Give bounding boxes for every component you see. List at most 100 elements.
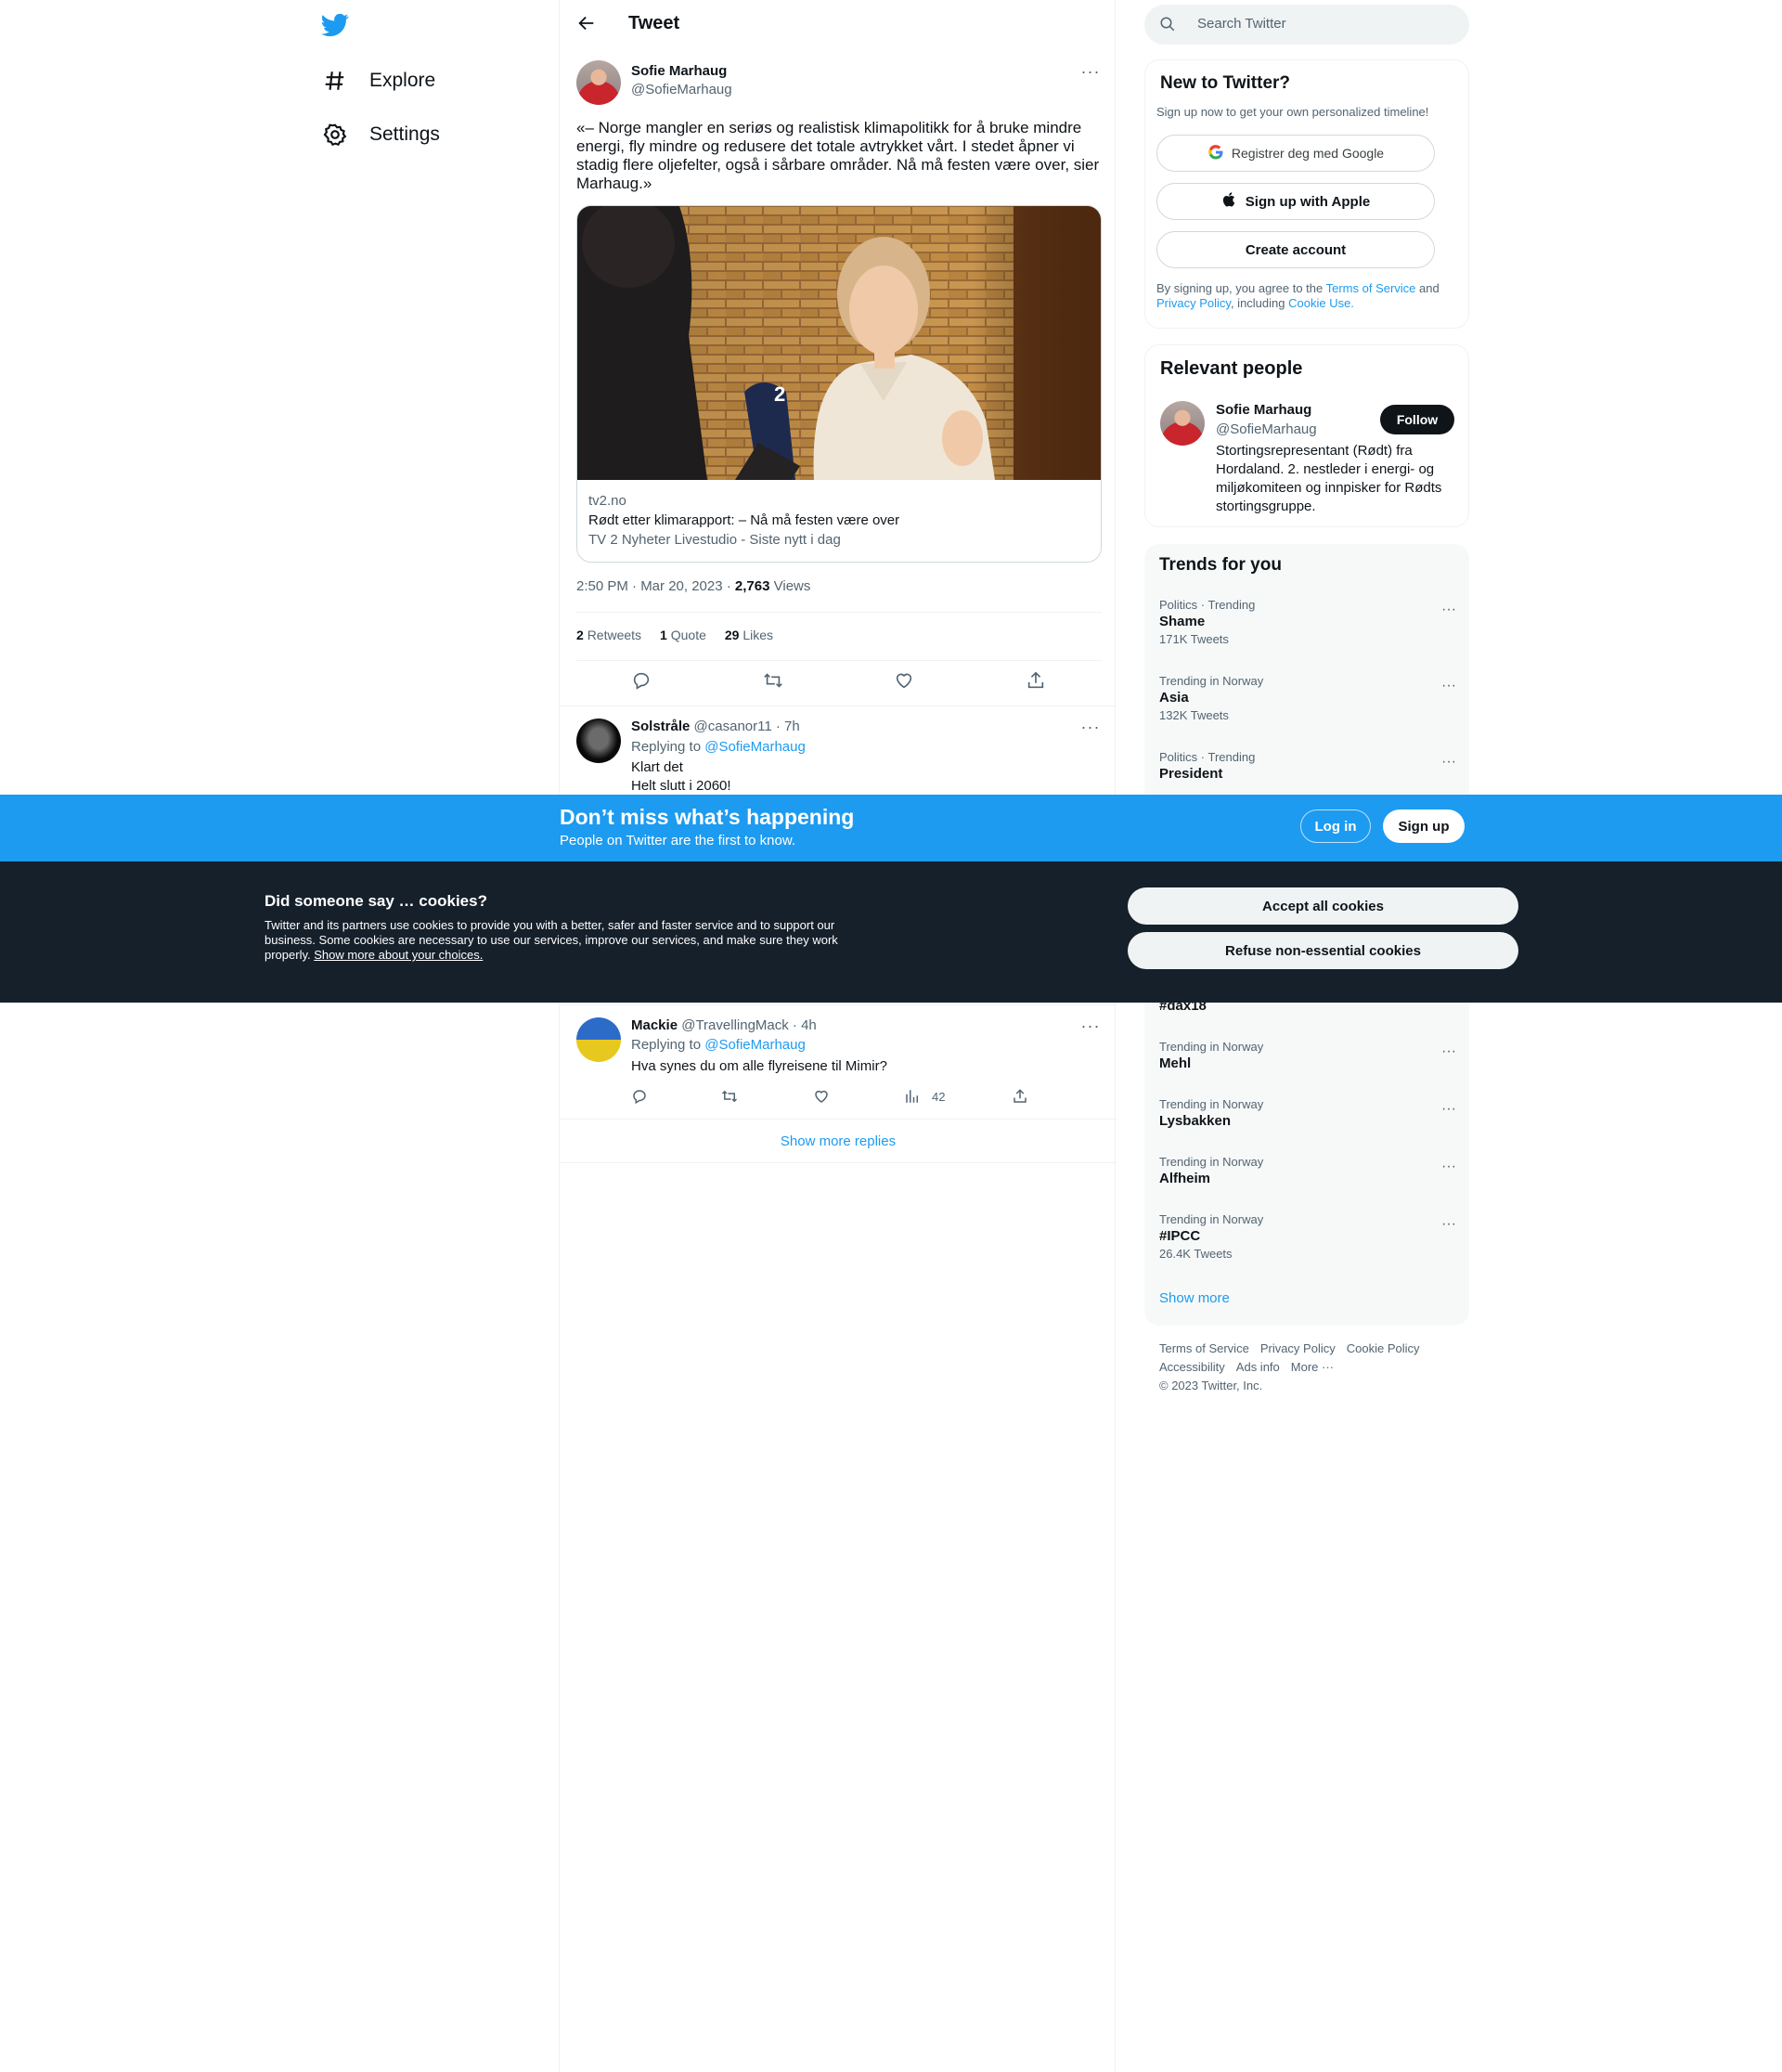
reply-icon[interactable] [631,1088,648,1105]
accept-cookies-button[interactable]: Accept all cookies [1128,887,1518,925]
author-handle[interactable]: @SofieMarhaug [631,82,732,97]
show-more-replies-button[interactable]: Show more replies [560,1119,1117,1163]
more-options-icon[interactable]: ··· [1441,678,1456,694]
banner-login-button[interactable]: Log in [1300,809,1371,843]
relevant-people-title: Relevant people [1160,358,1303,379]
retweet-icon[interactable] [763,670,783,691]
more-options-icon[interactable]: ··· [1080,717,1101,737]
more-options-icon[interactable]: ··· [1080,61,1101,82]
trend-count: 26.4K Tweets [1159,1247,1233,1261]
more-options-icon[interactable]: ··· [1441,1043,1456,1060]
more-options-icon[interactable]: ··· [1441,602,1456,618]
gear-icon [321,121,349,149]
cookie-title: Did someone say … cookies? [265,892,487,910]
reply-icon[interactable] [631,670,652,691]
quotes-stat[interactable]: 1 Quote [660,628,706,642]
reply-actions: 42 [631,1088,1040,1107]
footer-accessibility-link[interactable]: Accessibility [1159,1360,1225,1374]
terms-prefix: By signing up, you agree to the [1156,281,1326,295]
trend-name: #IPCC [1159,1228,1201,1244]
reply-author[interactable]: Mackie @TravellingMack · 4h [631,1017,817,1033]
relevant-people-panel: Relevant people Sofie Marhaug @SofieMarh… [1144,344,1469,527]
retweets-label: Retweets [587,628,642,642]
terms-link[interactable]: Terms of Service [1326,281,1416,295]
tweet-text: «– Norge mangler en seriøs og realistisk… [576,119,1100,192]
footer-more-link[interactable]: More ··· [1291,1360,1334,1374]
footer-cookie-link[interactable]: Cookie Policy [1347,1341,1420,1355]
author-name[interactable]: Sofie Marhaug [631,63,727,79]
trend-context: Trending in Norway [1159,1212,1264,1226]
share-icon[interactable] [1026,670,1046,691]
hashtag-icon [321,67,349,95]
reply-name: Solstråle [631,719,691,734]
apple-signup-button[interactable]: Sign up with Apple [1156,183,1435,220]
search-box[interactable]: Search Twitter [1144,5,1469,45]
more-options-icon[interactable]: ··· [1441,754,1456,771]
retweets-stat[interactable]: 2 Retweets [576,628,641,642]
quotes-count: 1 [660,628,667,642]
replying-prefix: Replying to [631,739,705,755]
replying-to-link[interactable]: @SofieMarhaug [704,1037,806,1053]
person-avatar[interactable] [1160,401,1205,446]
trend-context: Trending in Norway [1159,674,1264,688]
views-icon[interactable] [904,1088,921,1105]
replying-to-link[interactable]: @SofieMarhaug [704,739,806,755]
more-options-icon[interactable]: ··· [1080,1016,1101,1036]
follow-button[interactable]: Follow [1380,405,1454,434]
trend-item[interactable]: Trending in Norway Asia 132K Tweets ··· [1159,674,1456,724]
google-signup-button[interactable]: Registrer deg med Google [1156,135,1435,172]
trend-item[interactable]: Trending in Norway #IPCC 26.4K Tweets ··… [1159,1212,1456,1263]
refuse-cookies-button[interactable]: Refuse non-essential cookies [1128,932,1518,969]
new-to-twitter-subtitle: Sign up now to get your own personalized… [1156,105,1429,119]
trend-context: Trending in Norway [1159,1097,1264,1111]
likes-stat[interactable]: 29 Likes [725,628,773,642]
reply-line: Helt slutt i 2060! [631,778,731,794]
new-to-twitter-title: New to Twitter? [1160,73,1291,93]
share-icon[interactable] [1012,1088,1028,1105]
footer-terms-link[interactable]: Terms of Service [1159,1341,1249,1355]
google-icon [1207,144,1224,163]
create-account-button[interactable]: Create account [1156,231,1435,268]
cookie-use-link[interactable]: Cookie Use. [1288,296,1354,310]
trend-item[interactable]: Politics · Trending President ··· [1159,750,1456,783]
twitter-logo-icon[interactable] [321,11,353,39]
like-icon[interactable] [894,670,914,691]
cookie-more-link[interactable]: Show more about your choices. [314,948,483,962]
views-label: Views [773,578,811,594]
timestamp-text[interactable]: 2:50 PM · Mar 20, 2023 · [576,578,735,594]
banner-subtitle: People on Twitter are the first to know. [560,833,796,848]
like-icon[interactable] [813,1088,830,1105]
new-to-twitter-panel: New to Twitter? Sign up now to get your … [1144,59,1469,329]
nav-explore[interactable]: Explore [321,67,435,95]
footer-privacy-link[interactable]: Privacy Policy [1260,1341,1336,1355]
reply-avatar[interactable] [576,719,621,763]
footer-links: Terms of Service Privacy Policy Cookie Pol… [1159,1340,1466,1395]
nav-settings[interactable]: Settings [321,121,440,149]
person-handle[interactable]: @SofieMarhaug [1216,421,1317,437]
retweet-icon[interactable] [721,1088,738,1105]
reply-handle-time: @TravellingMack · 4h [681,1017,817,1033]
person-name[interactable]: Sofie Marhaug [1216,402,1311,418]
privacy-link[interactable]: Privacy Policy [1156,296,1231,310]
more-options-icon[interactable]: ··· [1441,1159,1456,1175]
tweet-stats: 2 Retweets 1 Quote 29 Likes [576,628,773,642]
search-input[interactable]: Search Twitter [1197,16,1286,32]
likes-count: 29 [724,628,740,642]
google-signup-label: Registrer deg med Google [1231,146,1385,161]
apple-signup-label: Sign up with Apple [1245,193,1371,210]
trend-item[interactable]: Trending in Norway Lysbakken ··· [1159,1097,1456,1131]
trend-item[interactable]: Trending in Norway Alfheim ··· [1159,1155,1456,1188]
banner-signup-button[interactable]: Sign up [1383,809,1465,843]
back-arrow-icon[interactable] [576,13,599,35]
link-card[interactable]: 2 tv2.no Rødt etter klimarapport: – Nå m… [576,205,1102,563]
more-options-icon[interactable]: ··· [1441,1216,1456,1233]
trend-item[interactable]: Politics · Trending Shame 171K Tweets ··… [1159,598,1456,648]
footer-ads-link[interactable]: Ads info [1236,1360,1280,1374]
trend-item[interactable]: Trending in Norway Mehl ··· [1159,1040,1456,1073]
retweets-count: 2 [576,628,584,642]
reply-author[interactable]: Solstråle @casanor11 · 7h [631,719,800,734]
show-more-trends-link[interactable]: Show more [1159,1290,1230,1306]
reply-avatar[interactable] [576,1017,621,1062]
more-options-icon[interactable]: ··· [1441,1101,1456,1118]
author-avatar[interactable] [576,60,621,105]
